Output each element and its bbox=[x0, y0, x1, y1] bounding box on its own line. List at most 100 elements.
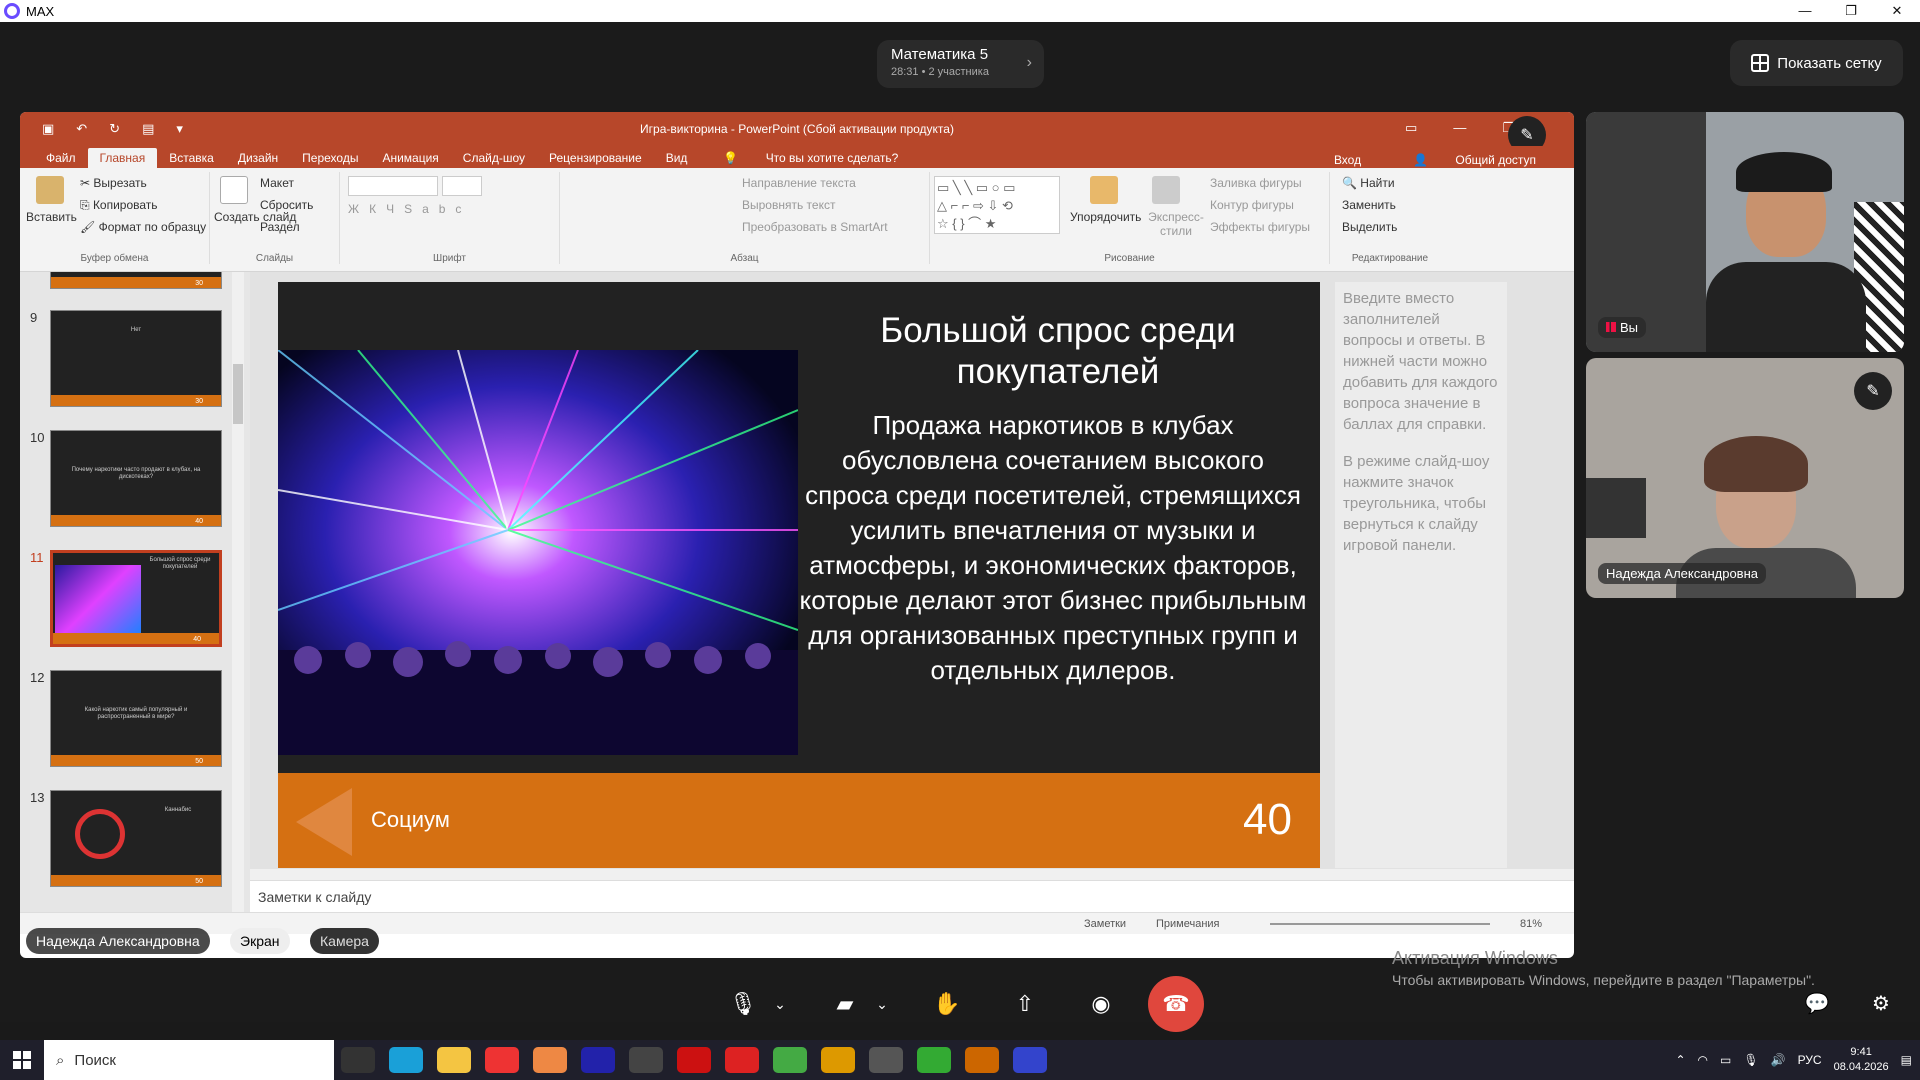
notes-toggle[interactable]: Заметки bbox=[1084, 918, 1126, 930]
app-icon[interactable] bbox=[581, 1047, 615, 1073]
tab-home[interactable]: Главная bbox=[87, 148, 158, 168]
max-app-icon[interactable] bbox=[1013, 1047, 1047, 1073]
tab-insert[interactable]: Вставка bbox=[157, 148, 226, 168]
end-call-button[interactable]: ☎ bbox=[1148, 976, 1204, 1032]
camera-chip[interactable]: Камера bbox=[310, 928, 379, 954]
thumb-slide-12[interactable]: Какой наркотик самый популярный и распро… bbox=[50, 670, 222, 767]
share-screen-button[interactable]: ⇧ bbox=[1008, 982, 1042, 1026]
camera-options-chevron-icon[interactable]: ⌄ bbox=[872, 982, 892, 1026]
align-text-button[interactable]: Выровнять текст bbox=[742, 198, 835, 212]
battery-icon[interactable]: ▭ bbox=[1720, 1053, 1731, 1067]
instructions-text-2: В режиме слайд-шоу нажмите значок треуго… bbox=[1343, 453, 1490, 554]
participant-tile-host[interactable]: ✎ Надежда Александровна bbox=[1586, 358, 1904, 598]
tab-slideshow[interactable]: Слайд-шоу bbox=[451, 148, 537, 168]
thumb-slide-11[interactable]: Большой спрос среди покупателей 40 bbox=[50, 550, 222, 647]
thumb-points: 40 bbox=[193, 636, 201, 643]
notifications-icon[interactable]: ▤ bbox=[1901, 1053, 1912, 1067]
paste-button[interactable]: Вставить bbox=[26, 210, 77, 224]
arrange-button[interactable]: Упорядочить bbox=[1070, 210, 1141, 224]
tray-chevron-icon[interactable]: ⌃ bbox=[1675, 1053, 1685, 1067]
tell-me-box[interactable]: 💡 Что вы хотите сделать? bbox=[699, 148, 922, 168]
tab-design[interactable]: Дизайн bbox=[226, 148, 290, 168]
copy-button[interactable]: ⎘ Копировать bbox=[80, 198, 158, 213]
thumb-slide-13[interactable]: Каннабис 50 bbox=[50, 790, 222, 887]
close-button[interactable]: ✕ bbox=[1874, 0, 1920, 22]
taskbar-search[interactable]: ⌕ Поиск bbox=[44, 1040, 334, 1080]
thumb-slide-8[interactable]: 30 bbox=[50, 272, 222, 289]
font-format-buttons[interactable]: ЖКЧSabc bbox=[348, 202, 471, 216]
wifi-icon[interactable]: ◠ bbox=[1698, 1053, 1708, 1067]
clock[interactable]: 9:41 08.04.2026 bbox=[1834, 1045, 1889, 1075]
shapes-gallery[interactable]: ▭ ╲ ╲ ▭ ○ ▭ △ ⌐ ⌐ ⇨ ⇩ ⟲ ☆ { } ⌒ ★ bbox=[934, 176, 1060, 234]
raise-hand-button[interactable]: ✋ bbox=[932, 982, 962, 1026]
thumb-slide-9[interactable]: Нет 30 bbox=[50, 310, 222, 407]
text-direction-button[interactable]: Направление текста bbox=[742, 176, 856, 190]
yandex-icon[interactable] bbox=[485, 1047, 519, 1073]
share-button[interactable]: 👤 Общий доступ bbox=[1389, 150, 1560, 170]
wps-icon[interactable] bbox=[725, 1047, 759, 1073]
yandex-browser-icon[interactable] bbox=[533, 1047, 567, 1073]
app-icon[interactable] bbox=[629, 1047, 663, 1073]
tab-view[interactable]: Вид bbox=[654, 148, 700, 168]
call-title-chip[interactable]: Математика 5 28:31 • 2 участника › bbox=[877, 40, 1044, 88]
tab-animation[interactable]: Анимация bbox=[370, 148, 450, 168]
zoom-slider[interactable] bbox=[1270, 923, 1490, 925]
screen-chip[interactable]: Экран bbox=[230, 928, 290, 954]
current-slide[interactable]: Большой спрос среди покупателей Продажа … bbox=[278, 282, 1320, 868]
language-indicator[interactable]: РУС bbox=[1798, 1053, 1822, 1067]
shape-fill-button[interactable]: Заливка фигуры bbox=[1210, 176, 1302, 190]
show-grid-button[interactable]: Показать сетку bbox=[1730, 40, 1903, 86]
replace-button[interactable]: Заменить bbox=[1342, 198, 1396, 212]
drawing-caption: Рисование bbox=[1104, 253, 1155, 264]
camera-button[interactable]: ▰ bbox=[830, 982, 860, 1026]
chrome-icon[interactable] bbox=[773, 1047, 807, 1073]
thumb-slide-10[interactable]: Почему наркотики часто продают в клубах,… bbox=[50, 430, 222, 527]
game-icon[interactable] bbox=[821, 1047, 855, 1073]
opera-icon[interactable] bbox=[677, 1047, 711, 1073]
thumb-points: 50 bbox=[195, 878, 203, 885]
tab-file[interactable]: Файл bbox=[34, 148, 88, 168]
reset-button[interactable]: Сбросить bbox=[260, 198, 313, 212]
app-icon[interactable] bbox=[917, 1047, 951, 1073]
edge-icon[interactable] bbox=[389, 1047, 423, 1073]
font-size-select[interactable] bbox=[442, 176, 482, 196]
file-explorer-icon[interactable] bbox=[437, 1047, 471, 1073]
thumbs-scrollbar[interactable] bbox=[232, 272, 244, 914]
settings-button[interactable]: ⚙ bbox=[1864, 986, 1898, 1020]
ribbon-display-icon[interactable]: ▭ bbox=[1405, 120, 1417, 136]
maximize-button[interactable]: ❐ bbox=[1828, 0, 1874, 22]
smartart-button[interactable]: Преобразовать в SmartArt bbox=[742, 220, 888, 234]
ppt-minimize-icon[interactable]: — bbox=[1453, 120, 1466, 136]
shape-effects-button[interactable]: Эффекты фигуры bbox=[1210, 220, 1310, 234]
comments-toggle[interactable]: Примечания bbox=[1156, 918, 1220, 930]
shape-outline-button[interactable]: Контур фигуры bbox=[1210, 198, 1294, 212]
zoom-level[interactable]: 81% bbox=[1520, 918, 1542, 930]
find-button[interactable]: 🔍 Найти bbox=[1342, 176, 1395, 190]
select-button[interactable]: Выделить bbox=[1342, 220, 1397, 234]
pin-icon[interactable]: ✎ bbox=[1854, 372, 1892, 410]
record-button[interactable]: ◉ bbox=[1084, 982, 1118, 1026]
signin-link[interactable]: Вход bbox=[1322, 150, 1373, 170]
minimize-button[interactable]: — bbox=[1782, 0, 1828, 22]
mic-options-chevron-icon[interactable]: ⌄ bbox=[770, 982, 790, 1026]
back-triangle-icon[interactable] bbox=[296, 788, 352, 856]
microphone-button[interactable]: 🎙 bbox=[728, 982, 758, 1026]
participant-tile-self[interactable]: Вы bbox=[1586, 112, 1904, 352]
tab-transitions[interactable]: Переходы bbox=[290, 148, 370, 168]
layout-button[interactable]: Макет bbox=[260, 176, 294, 190]
quick-styles-button[interactable]: Экспресс-стили bbox=[1146, 210, 1206, 238]
volume-icon[interactable]: 🔊 bbox=[1771, 1053, 1786, 1067]
cut-button[interactable]: ✂ Вырезать bbox=[80, 176, 147, 190]
section-button[interactable]: Раздел bbox=[260, 220, 300, 234]
chatgpt-icon[interactable] bbox=[869, 1047, 903, 1073]
notes-field[interactable]: Заметки к слайду bbox=[250, 880, 1574, 910]
start-button[interactable] bbox=[0, 1040, 44, 1080]
participant-label: Надежда Александровна bbox=[1598, 563, 1767, 584]
app-icon[interactable] bbox=[965, 1047, 999, 1073]
task-view-icon[interactable] bbox=[341, 1047, 375, 1073]
font-name-select[interactable] bbox=[348, 176, 438, 196]
mic-tray-icon[interactable]: 🎙 bbox=[1743, 1053, 1758, 1067]
format-painter-button[interactable]: 🖌 Формат по образцу bbox=[80, 220, 206, 234]
chat-button[interactable]: 💬 bbox=[1800, 986, 1834, 1020]
tab-review[interactable]: Рецензирование bbox=[537, 148, 654, 168]
